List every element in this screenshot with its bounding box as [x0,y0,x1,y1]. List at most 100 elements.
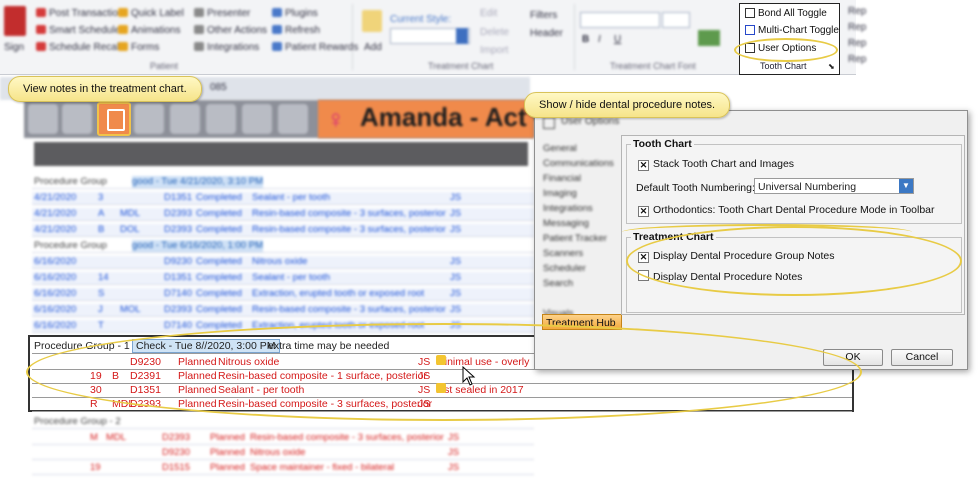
ribbon-button-label: Patient Rewards [285,42,359,53]
user-options-button[interactable]: User Options [745,43,816,54]
stack-tooth-chart-label: Stack Tooth Chart and Images [653,158,795,170]
document-icon[interactable] [62,104,92,134]
sidebar-item[interactable]: Integrations [543,203,593,214]
ribbon-button[interactable]: Schedule Recall [36,42,121,53]
numbering-dropdown[interactable]: Universal Numbering ▼ [754,178,914,194]
table-row[interactable]: 6/16/2020 D9230 Completed Nitrous oxide JS [32,256,534,269]
edit-button[interactable]: Edit [480,8,497,19]
ribbon-button[interactable]: Other Actions [194,25,267,36]
ribbon-button[interactable]: Forms [118,42,159,53]
group-notes-checkbox[interactable]: ✕ Display Dental Procedure Group Notes [638,250,835,263]
perio-icon[interactable] [206,104,236,134]
app-logo-icon[interactable] [4,6,26,36]
home-icon[interactable] [28,104,58,134]
bold-button[interactable]: B [582,34,589,45]
table-cell: MDL [120,208,141,219]
note-text: minimal use - overly [436,356,530,368]
bond-all-toggle-button[interactable]: Bond All Toggle [745,8,827,19]
bond-all-toggle-label: Bond All Toggle [758,8,827,19]
ribbon-button[interactable]: Patient Rewards [272,42,358,53]
sidebar-item[interactable]: Imaging [543,188,577,199]
note-cell[interactable]: minimal use - overly [436,355,529,369]
filters-button[interactable]: Filters [530,10,557,21]
procedure-row[interactable]: R MDL D2393 Planned Resin-based composite - … [32,397,852,412]
table-row[interactable]: 4/21/2020 B DOL D2393 Completed Resin-based c… [32,224,534,237]
patient-group-label: Patient [150,61,179,71]
link-icon[interactable] [242,104,272,134]
font-dropdown[interactable] [580,12,660,28]
multi-chart-toggle-button[interactable]: Multi-Chart Toggle [745,25,839,36]
images-icon[interactable] [170,104,200,134]
chevron-down-icon[interactable]: ▼ [899,179,913,193]
sidebar-item[interactable]: General [543,143,577,154]
chevron-down-icon[interactable] [456,28,468,44]
procedure-notes-checkbox[interactable]: Display Dental Procedure Notes [638,270,802,283]
table-row[interactable]: 6/16/2020 14 D1351 Completed Sealant - per t… [32,272,534,285]
table-cell: Planned [210,432,245,443]
table-row[interactable]: 19 D1515 Planned Space maintainer - fixed -… [32,462,534,475]
font-size-dropdown[interactable] [662,12,690,28]
ribbon-separator [574,4,575,70]
provider-cell: JS [418,398,431,410]
ribbon-separator [352,4,353,70]
italic-button[interactable]: I [598,34,601,45]
sidebar-item[interactable]: Scheduler [543,263,586,274]
highlight-color-icon[interactable] [698,30,720,46]
square-icon [745,8,755,18]
stack-tooth-chart-checkbox[interactable]: ✕ Stack Tooth Chart and Images [638,158,794,171]
sidebar-item[interactable]: Search [543,278,573,289]
tooth-cell: 30 [90,384,102,396]
ribbon-button[interactable]: Plugins [272,8,318,19]
ribbon-edge-item: Rep [848,38,867,49]
dialog-launcher-icon[interactable]: ⬊ [828,62,835,71]
table-row[interactable]: D9230 Planned Nitrous oxide JS [32,447,534,460]
delete-button[interactable]: Delete [480,27,509,38]
procedure-group-row[interactable]: Procedure Group good - Tue 4/21/2020, 3:1… [32,176,534,189]
group-tag: good - Tue 6/16/2020, 1:00 PM [132,240,263,252]
underline-button[interactable]: U [614,34,621,45]
sign-in-button[interactable]: Sign [4,42,24,53]
import-button[interactable]: Import [480,45,508,56]
cancel-button[interactable]: Cancel [891,349,953,366]
tab-085[interactable]: 085 [210,82,227,93]
table-row[interactable]: M MDL D2393 Planned Resin-based composite - … [32,432,534,445]
add-icon[interactable] [362,10,382,32]
ribbon-button[interactable]: Presenter [194,8,250,19]
note-cell[interactable]: last sealed in 2017 [436,383,524,397]
ortho-toolbar-checkbox[interactable]: ✕ Orthodontics: Tooth Chart Dental Proced… [638,204,935,217]
group-check-date[interactable]: Check - Tue 8//2020, 3:00 PM [132,339,280,353]
ribbon-button[interactable]: Animations [118,25,180,36]
ribbon-button[interactable]: Post Transaction [36,8,123,19]
table-row[interactable]: 6/16/2020 S D7140 Completed Extraction, erup… [32,288,534,301]
sidebar-item-treatment-hub[interactable]: Treatment Hub [542,314,622,330]
camera-icon[interactable] [278,104,308,134]
add-button[interactable]: Add [364,42,382,53]
sidebar-item[interactable]: Messaging [543,218,589,229]
table-row[interactable]: 6/16/2020 J MOL D2393 Completed Resin-based c… [32,304,534,317]
sidebar-item[interactable]: Scanners [543,248,583,259]
numbering-value: Universal Numbering [758,181,857,193]
multi-chart-toggle-label: Multi-Chart Toggle [758,25,839,36]
table-row[interactable]: 6/16/2020 T D7140 Completed Extraction, erup… [32,320,534,333]
ribbon-button[interactable]: Refresh [272,25,320,36]
numbering-label: Default Tooth Numbering: [636,182,755,194]
sidebar-item[interactable]: Communications [543,158,614,169]
notes-icon[interactable] [134,104,164,134]
treatment-notes-button[interactable] [97,102,131,136]
table-cell: 19 [90,462,101,473]
procedure-group-row[interactable]: Procedure Group - 2 [32,416,534,429]
ribbon-button[interactable]: Smart Scheduler [36,25,123,36]
sidebar-item[interactable]: Patient Tracker [543,233,607,244]
sidebar-item[interactable]: Financial [543,173,581,184]
header-button[interactable]: Header [530,28,563,39]
procedure-row[interactable]: 19 B D2391 Planned Resin-based composite - 1… [32,369,852,384]
table-row[interactable]: 4/21/2020 3 D1351 Completed Sealant - per to… [32,192,534,205]
ribbon-button[interactable]: Integrations [194,42,259,53]
ribbon-button[interactable]: Quick Label [118,8,184,19]
ok-button[interactable]: OK [823,349,883,366]
procedure-group-row[interactable]: Procedure Group good - Tue 6/16/2020, 1:0… [32,240,534,253]
table-cell: Completed [196,224,242,235]
patient-name: Amanda - Act - [360,102,543,132]
table-row[interactable]: 4/21/2020 A MDL D2393 Completed Resin-based c… [32,208,534,221]
procedure-row[interactable]: 30 D1351 Planned Sealant - per tooth JS last … [32,383,852,398]
